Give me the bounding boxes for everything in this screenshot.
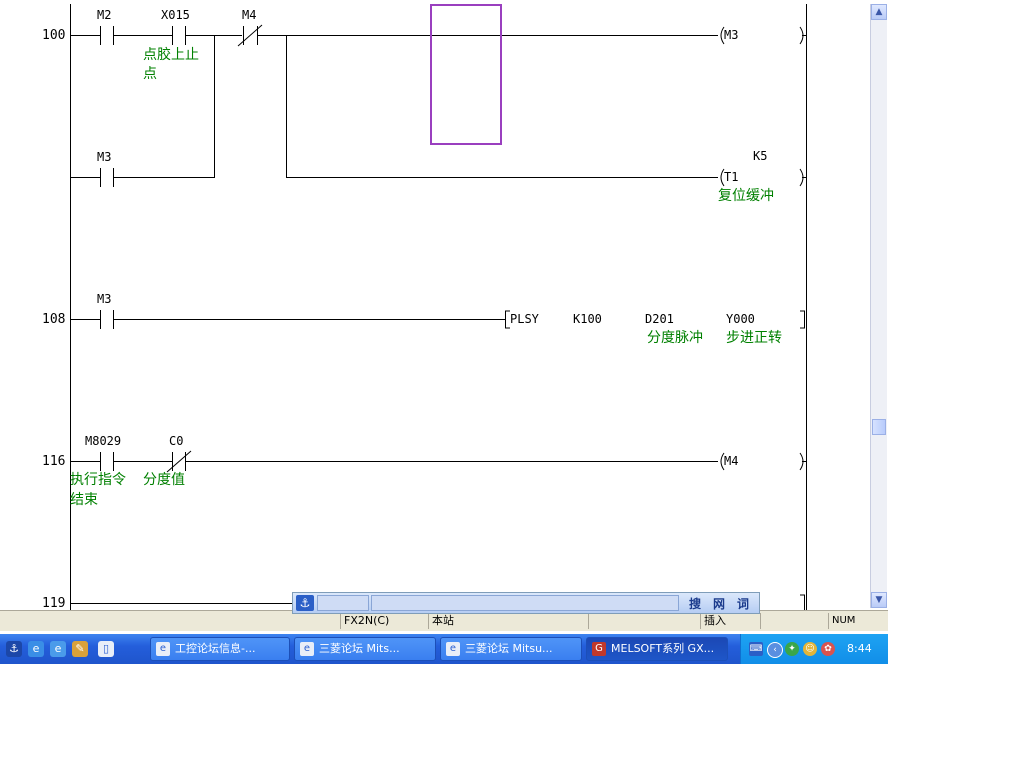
- task-label: 工控论坛信息-...: [175, 642, 256, 655]
- vertical-scrollbar[interactable]: ▲ ▼: [870, 4, 887, 608]
- messenger-icon[interactable]: ✿: [821, 642, 835, 656]
- ime-anchor-icon[interactable]: ⚓: [296, 595, 314, 611]
- task-label: 三菱论坛 Mitsu...: [465, 642, 553, 655]
- status-empty-1: [588, 613, 700, 629]
- network-icon[interactable]: ✦: [785, 642, 799, 656]
- ime-toolbar[interactable]: ⚓ 搜 网 词: [292, 592, 760, 614]
- coil-label-m3: M3: [724, 28, 738, 42]
- taskbar-task-2[interactable]: e 三菱论坛 Mits...: [294, 637, 436, 661]
- task-label: MELSOFT系列 GX...: [611, 642, 715, 655]
- tray-expand-icon[interactable]: ‹: [767, 642, 783, 658]
- status-num-lock: NUM: [828, 613, 868, 629]
- status-mode: 插入: [700, 613, 760, 629]
- quicklaunch-browser-icon[interactable]: e: [50, 641, 66, 657]
- ie-page-icon: e: [300, 642, 314, 656]
- keyboard-icon[interactable]: ⌨: [749, 642, 763, 656]
- label-m4: M4: [242, 8, 256, 22]
- comment-x015-line2: 点: [143, 66, 157, 82]
- contact-x015[interactable]: [172, 26, 186, 45]
- system-tray: ⌨ ‹ ✦ ☺ ✿ 8:44: [740, 634, 888, 664]
- coil-label-t1: T1: [724, 170, 738, 184]
- ime-web-button[interactable]: 网: [709, 596, 729, 612]
- task-label: 三菱论坛 Mits...: [319, 642, 400, 655]
- ime-input-box[interactable]: [371, 595, 679, 611]
- label-m3-plsy: M3: [97, 292, 111, 306]
- ime-word-button[interactable]: 词: [733, 596, 753, 612]
- quicklaunch-desktop-icon[interactable]: ▯: [98, 641, 114, 657]
- comment-m8029-line2: 结束: [70, 492, 98, 508]
- instruction-operand-3: Y000: [726, 312, 755, 326]
- step-number-108: 108: [42, 312, 65, 327]
- ie-page-icon: e: [446, 642, 460, 656]
- coil-setting-k5: K5: [753, 149, 767, 163]
- taskbar-task-4-active[interactable]: G MELSOFT系列 GX...: [586, 637, 728, 661]
- label-m2: M2: [97, 8, 111, 22]
- quicklaunch-app-icon[interactable]: ✎: [72, 641, 88, 657]
- comment-m8029-line1: 执行指令: [70, 472, 126, 488]
- comment-x015-line1: 点胶上止: [143, 46, 199, 63]
- scroll-thumb[interactable]: [872, 419, 886, 435]
- quicklaunch-ie-icon[interactable]: e: [28, 641, 44, 657]
- instruction-operand-2: D201: [645, 312, 674, 326]
- taskbar-task-1[interactable]: e 工控论坛信息-...: [150, 637, 290, 661]
- qq-icon[interactable]: ☺: [803, 642, 817, 656]
- ladder-diagram[interactable]: 100 108 116 119 M2 X015 M4 M3 M3 M8029 C…: [0, 0, 870, 610]
- comment-y000: 步进正转: [726, 330, 782, 346]
- ime-mode-box[interactable]: [317, 595, 369, 611]
- step-number-119: 119: [42, 596, 65, 610]
- status-empty-2: [760, 613, 806, 629]
- label-x015: X015: [161, 8, 190, 22]
- contact-m2[interactable]: [100, 26, 114, 45]
- instruction-operand-1: K100: [573, 312, 602, 326]
- coil-label-m4: M4: [724, 454, 738, 468]
- comment-c0: 分度值: [143, 472, 185, 488]
- edit-cursor: [430, 4, 502, 145]
- label-m3-hold: M3: [97, 150, 111, 164]
- comment-t1: 复位缓冲: [718, 187, 774, 204]
- status-station: 本站: [428, 613, 588, 629]
- step-number-116: 116: [42, 454, 65, 469]
- comment-d201: 分度脉冲: [647, 330, 703, 346]
- quicklaunch-anchor-icon[interactable]: ⚓: [6, 641, 22, 657]
- ie-page-icon: e: [156, 642, 170, 656]
- step-number-100: 100: [42, 28, 65, 43]
- scroll-up-button[interactable]: ▲: [871, 4, 887, 20]
- label-c0: C0: [169, 434, 183, 448]
- contact-m8029[interactable]: [100, 452, 114, 471]
- clock: 8:44: [847, 642, 872, 655]
- status-cpu-type: FX2N(C): [340, 613, 428, 629]
- scroll-down-button[interactable]: ▼: [871, 592, 887, 608]
- melsoft-icon: G: [592, 642, 606, 656]
- instruction-mnemonic: PLSY: [510, 312, 540, 326]
- contact-m3-hold[interactable]: [100, 168, 114, 187]
- taskbar-task-3[interactable]: e 三菱论坛 Mitsu...: [440, 637, 582, 661]
- contact-m3-plsy[interactable]: [100, 310, 114, 329]
- label-m8029: M8029: [85, 434, 121, 448]
- ladder-editor[interactable]: 100 108 116 119 M2 X015 M4 M3 M3 M8029 C…: [0, 0, 870, 610]
- taskbar: ⚓ e e ✎ ▯ e 工控论坛信息-... e 三菱论坛 Mits... e 三菱论…: [0, 634, 888, 664]
- ime-search-button[interactable]: 搜: [685, 596, 705, 612]
